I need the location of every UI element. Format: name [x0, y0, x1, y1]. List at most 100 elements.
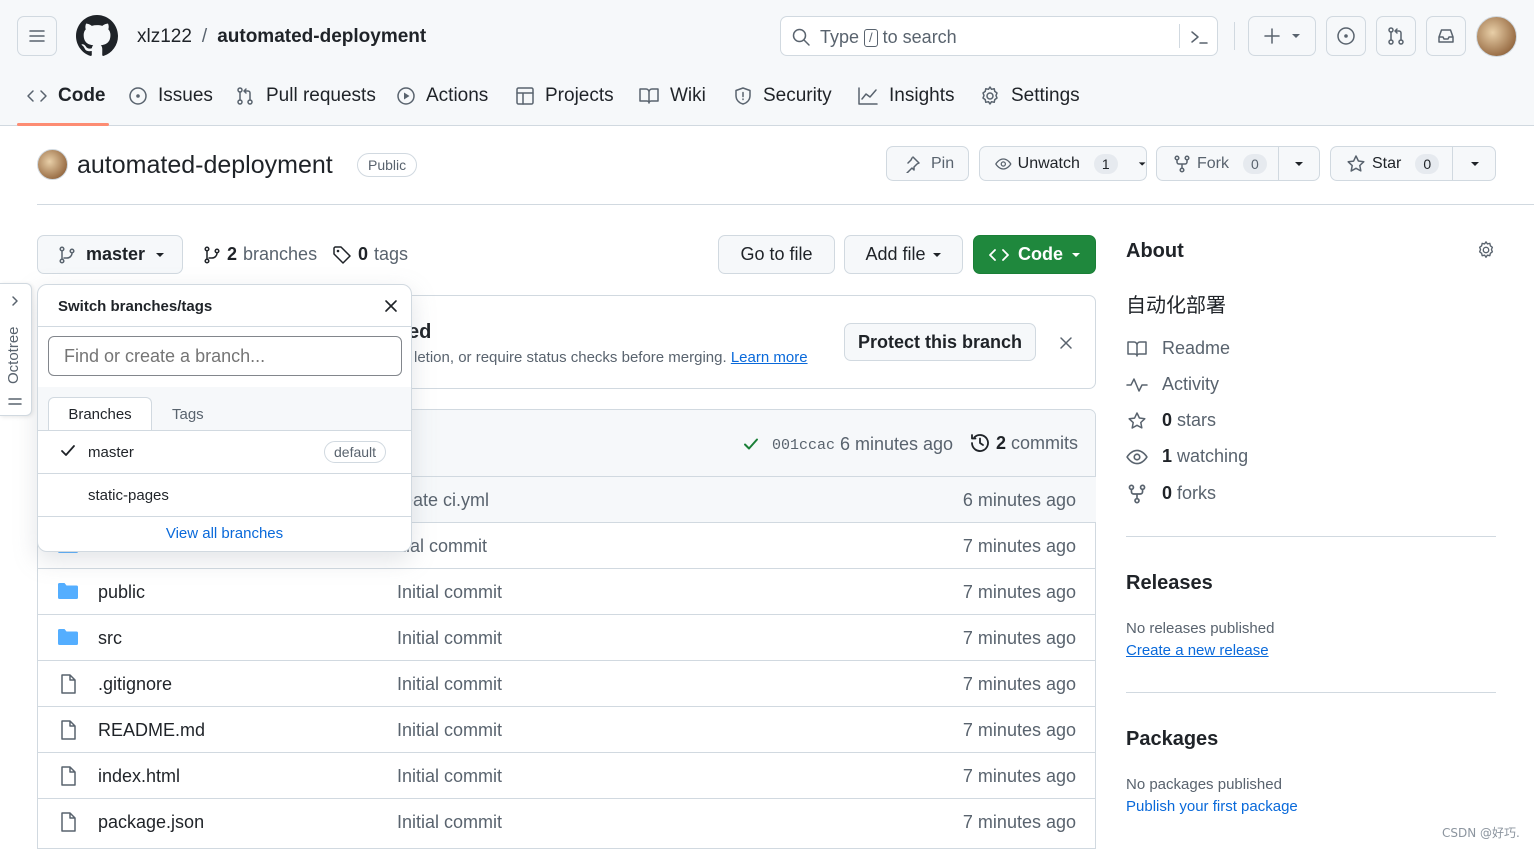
unwatch-button[interactable]: Unwatch 1	[979, 146, 1147, 181]
pin-button[interactable]: Pin	[886, 146, 969, 181]
releases-title[interactable]: Releases	[1126, 572, 1213, 595]
star-label: Star	[1372, 154, 1402, 172]
folder-icon	[58, 583, 78, 599]
caret-down-icon[interactable]	[1294, 160, 1304, 168]
plus-icon	[1264, 28, 1280, 44]
git-branch-icon	[59, 245, 75, 264]
commit-message[interactable]: Initial commit	[397, 720, 502, 741]
banner-text-body: letion, or require status checks before …	[414, 349, 727, 366]
add-file-button[interactable]: Add file	[844, 235, 963, 274]
tab-issues[interactable]: Issues	[128, 76, 213, 116]
packages-empty-text: No packages published	[1126, 776, 1282, 793]
commit-message[interactable]: Initial commit	[397, 674, 502, 695]
github-logo[interactable]	[76, 15, 118, 57]
tab-branches[interactable]: Branches	[48, 397, 152, 431]
star-button[interactable]: Star 0	[1330, 146, 1496, 181]
close-icon[interactable]	[1058, 335, 1074, 351]
learn-more-link[interactable]: Learn more	[731, 349, 808, 366]
tags-link[interactable]: 0 tags	[332, 244, 408, 265]
tab-projects-label: Projects	[545, 85, 614, 106]
create-release-link[interactable]: Create a new release	[1126, 642, 1269, 659]
file-row[interactable]: package.json Initial commit 7 minutes ago	[37, 798, 1096, 844]
file-name[interactable]: public	[98, 582, 145, 603]
go-to-file-button[interactable]: Go to file	[718, 235, 835, 274]
commit-message[interactable]: Initial commit	[397, 812, 502, 833]
file-name[interactable]: README.md	[98, 720, 205, 741]
forks-link[interactable]: 0 forks	[1126, 483, 1216, 504]
activity-link[interactable]: Activity	[1126, 374, 1219, 395]
issues-button[interactable]	[1326, 16, 1366, 56]
tab-projects[interactable]: Projects	[515, 76, 614, 116]
tab-security[interactable]: Security	[733, 76, 832, 116]
publish-package-link[interactable]: Publish your first package	[1126, 798, 1298, 815]
tab-settings-label: Settings	[1011, 85, 1080, 106]
active-tab-underline	[17, 123, 109, 126]
commits-count: 2	[996, 432, 1007, 453]
eye-icon	[1126, 449, 1148, 464]
file-name[interactable]: .gitignore	[98, 674, 172, 695]
tab-actions[interactable]: Actions	[396, 76, 488, 116]
commit-hash-link[interactable]: 001ccac	[772, 437, 835, 454]
inbox-button[interactable]	[1426, 16, 1466, 56]
breadcrumb-owner[interactable]: xlz122	[137, 26, 192, 48]
about-title: About	[1126, 240, 1184, 262]
search-shortcut-key: /	[864, 28, 878, 47]
tab-tags[interactable]: Tags	[172, 406, 204, 423]
code-button[interactable]: Code	[973, 235, 1096, 274]
gear-icon[interactable]	[1476, 240, 1496, 260]
commits-link[interactable]: 2 commits	[969, 432, 1078, 454]
file-name[interactable]: index.html	[98, 766, 180, 787]
commit-message[interactable]: Initial commit	[397, 628, 502, 649]
fork-label: Fork	[1197, 154, 1229, 172]
branch-select-button[interactable]: master	[37, 235, 183, 274]
commit-message[interactable]: Initial commit	[397, 582, 502, 603]
file-name[interactable]: src	[98, 628, 122, 649]
readme-link[interactable]: Readme	[1126, 338, 1230, 359]
create-new-button[interactable]	[1248, 16, 1316, 56]
branch-filter-input[interactable]	[48, 336, 402, 376]
tab-code[interactable]: Code	[26, 76, 106, 116]
view-all-branches-link[interactable]: View all branches	[38, 525, 411, 542]
code-button-label: Code	[1018, 244, 1063, 264]
git-branch-icon	[204, 245, 220, 264]
commit-message[interactable]: Initial commit	[397, 766, 502, 787]
branch-item-master[interactable]: master default	[38, 431, 411, 473]
tab-pull-requests[interactable]: Pull requests	[234, 76, 376, 116]
branch-item-static-pages[interactable]: static-pages	[38, 474, 411, 516]
caret-down-icon[interactable]	[1470, 160, 1480, 168]
packages-title[interactable]: Packages	[1126, 728, 1218, 751]
breadcrumb-repo[interactable]: automated-deployment	[217, 26, 426, 48]
user-avatar[interactable]	[1476, 16, 1517, 57]
tab-insights[interactable]: Insights	[857, 76, 954, 116]
tab-settings[interactable]: Settings	[979, 76, 1080, 116]
pull-requests-button[interactable]	[1376, 16, 1416, 56]
tab-actions-label: Actions	[426, 85, 489, 106]
close-icon[interactable]	[384, 299, 398, 313]
search-input[interactable]: Type / to search	[780, 16, 1218, 56]
file-icon	[61, 812, 76, 832]
stars-link[interactable]: 0 stars	[1126, 410, 1216, 431]
file-row[interactable]: index.html Initial commit 7 minutes ago	[37, 752, 1096, 798]
watching-link[interactable]: 1 watching	[1126, 446, 1248, 467]
history-icon	[971, 434, 989, 452]
folder-icon	[58, 629, 78, 645]
octotree-toggle[interactable]: Octotree	[0, 283, 32, 416]
file-row[interactable]: public Initial commit 7 minutes ago	[37, 568, 1096, 614]
stars-label: stars	[1177, 410, 1217, 430]
file-row[interactable]: README.md Initial commit 7 minutes ago	[37, 706, 1096, 752]
file-row[interactable]: src Initial commit 7 minutes ago	[37, 614, 1096, 660]
forks-count: 0	[1162, 483, 1173, 503]
menu-button[interactable]	[17, 16, 57, 56]
command-palette-icon[interactable]	[1189, 27, 1209, 47]
file-icon	[61, 674, 76, 694]
fork-button[interactable]: Fork 0	[1156, 146, 1320, 181]
star-split-divider	[1452, 147, 1453, 180]
file-row[interactable]: .gitignore Initial commit 7 minutes ago	[37, 660, 1096, 706]
protect-branch-button[interactable]: Protect this branch	[844, 323, 1036, 361]
git-pull-request-icon	[1388, 27, 1404, 45]
repo-title[interactable]: automated-deployment	[77, 151, 333, 180]
repo-header-divider	[37, 204, 1534, 205]
file-name[interactable]: package.json	[98, 812, 204, 833]
branches-link[interactable]: 2 branches	[203, 244, 317, 265]
tab-wiki[interactable]: Wiki	[638, 76, 706, 116]
